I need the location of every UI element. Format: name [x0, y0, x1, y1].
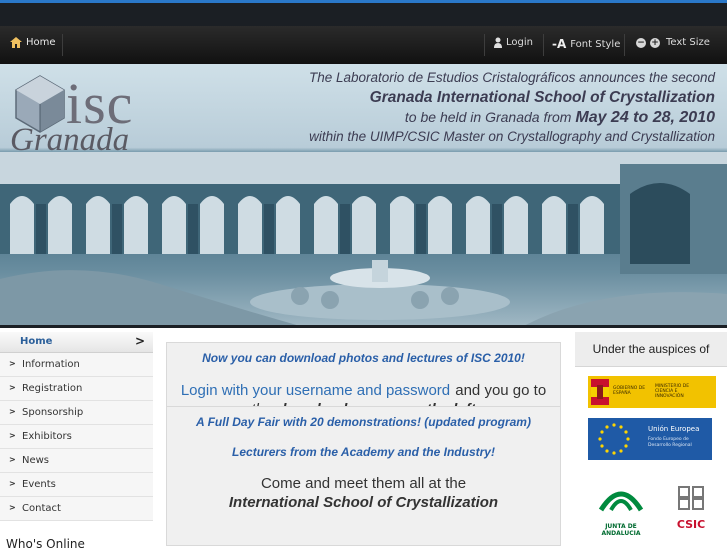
arrow-right-icon: >	[9, 407, 16, 416]
main-content: Now you can download photos and lectures…	[166, 342, 561, 546]
junta-andalucia-emblem-icon	[598, 491, 644, 512]
sidebar-item-news[interactable]: > News	[0, 449, 153, 473]
junta-andalucia-logo[interactable]: JUNTA DE ANDALUCIA	[590, 484, 652, 537]
sidebar-item-label: Information	[22, 359, 80, 370]
ministry-logo[interactable]: GOBIERNO DE ESPAÑA MINISTERIO DE CIENCIA…	[588, 376, 716, 408]
login-link[interactable]: Login	[494, 37, 533, 48]
arrow-right-icon: >	[9, 431, 16, 440]
sidebar-item-information[interactable]: > Information	[0, 353, 153, 377]
school-name-line: International School of Crystallization	[228, 494, 499, 511]
text-increase-icon[interactable]: +	[650, 37, 660, 48]
csic-label: CSIC	[676, 518, 706, 531]
nav-divider	[62, 34, 63, 56]
nav-divider	[624, 34, 625, 56]
lecturers-line: Lecturers from the Academy and the Indus…	[232, 445, 495, 459]
chevron-right-icon: >	[134, 334, 145, 348]
sidebar-item-label: Contact	[22, 503, 61, 514]
arrow-right-icon: >	[9, 455, 16, 464]
user-icon	[494, 37, 502, 48]
nav-home-label: Home	[26, 37, 56, 48]
left-sidebar: Home > > Information > Registration > Sp…	[0, 332, 153, 551]
sidebar-item-label: Exhibitors	[22, 431, 72, 442]
junta-andalucia-label: JUNTA DE ANDALUCIA	[601, 523, 641, 537]
home-icon	[10, 37, 22, 48]
sidebar-item-sponsorship[interactable]: > Sponsorship	[0, 401, 153, 425]
banner-line-4: within the UIMP/CSIC Master on Crystallo…	[309, 129, 715, 144]
eu-logo-title: Unión Europea	[648, 425, 700, 433]
login-instruction[interactable]: Login with your username and password	[181, 382, 450, 399]
download-headline: Now you can download photos and lectures…	[202, 351, 525, 365]
top-navbar: Home Login -A Font Style − + Text Size	[0, 26, 727, 64]
sidebar-item-label: Home	[20, 336, 53, 347]
arrow-right-icon: >	[9, 479, 16, 488]
font-style-link[interactable]: -A Font Style	[552, 37, 620, 51]
eu-logo[interactable]: Unión Europea Fondo Europeo de Desarroll…	[588, 418, 712, 460]
sidebar-item-registration[interactable]: > Registration	[0, 377, 153, 401]
nav-home-link[interactable]: Home	[10, 37, 56, 48]
csic-logo[interactable]: CSIC	[671, 484, 711, 534]
sidebar-item-home[interactable]: Home >	[0, 332, 153, 353]
text-decrease-icon[interactable]: −	[636, 37, 646, 48]
nav-divider	[484, 34, 485, 56]
granada-logo-text: Granada	[10, 122, 130, 158]
eu-stars-icon	[598, 423, 630, 455]
sidebar-item-label: News	[22, 455, 50, 466]
ministry-logo-right: MINISTERIO DE CIENCIA E INNOVACIÓN	[655, 384, 690, 399]
sidebar-item-label: Sponsorship	[22, 407, 84, 418]
sidebar-item-label: Events	[22, 479, 56, 490]
font-a-icon: -A	[552, 37, 567, 51]
banner-line-2: Granada International School of Crystall…	[369, 89, 715, 106]
login-label: Login	[506, 37, 533, 48]
text-size-label: Text Size	[666, 37, 710, 48]
arrow-right-icon: >	[9, 503, 16, 512]
spain-coat-of-arms-icon	[591, 379, 609, 405]
banner-line-3: to be held in Granada from May 24 to 28,…	[405, 109, 715, 127]
fair-headline[interactable]: A Full Day Fair with 20 demonstrations! …	[167, 407, 560, 429]
text-size-control: − + Text Size	[636, 37, 710, 48]
whos-online-heading: Who's Online	[6, 537, 85, 551]
right-sidebar: Under the auspices of GOBIERNO DE ESPAÑA…	[575, 332, 727, 537]
top-strip	[0, 0, 727, 26]
arrow-right-icon: >	[9, 383, 16, 392]
header-banner: isc Granada The Laboratorio de Estudios …	[0, 64, 727, 328]
csic-emblem-icon	[678, 486, 704, 510]
banner-dates: May 24 to 28, 2010	[575, 109, 715, 126]
sidebar-item-contact[interactable]: > Contact	[0, 497, 153, 521]
sidebar-item-events[interactable]: > Events	[0, 473, 153, 497]
sidebar-item-exhibitors[interactable]: > Exhibitors	[0, 425, 153, 449]
ministry-logo-left: GOBIERNO DE ESPAÑA	[613, 386, 646, 396]
banner-line-3-text: to be held in Granada from	[404, 109, 572, 125]
auspices-heading: Under the auspices of	[575, 332, 727, 367]
nav-divider	[543, 34, 544, 56]
fair-notice-box: A Full Day Fair with 20 demonstrations! …	[166, 406, 561, 546]
arrow-right-icon: >	[9, 359, 16, 368]
font-style-label: Font Style	[570, 38, 621, 50]
banner-line-1: The Laboratorio de Estudios Cristalográf…	[309, 70, 715, 85]
come-meet-line: Come and meet them all at the	[260, 475, 467, 492]
instruction-text: and you go to	[455, 382, 547, 399]
sidebar-item-label: Registration	[22, 383, 83, 394]
eu-logo-subtitle: Fondo Europeo de Desarrollo Regional	[648, 437, 692, 448]
